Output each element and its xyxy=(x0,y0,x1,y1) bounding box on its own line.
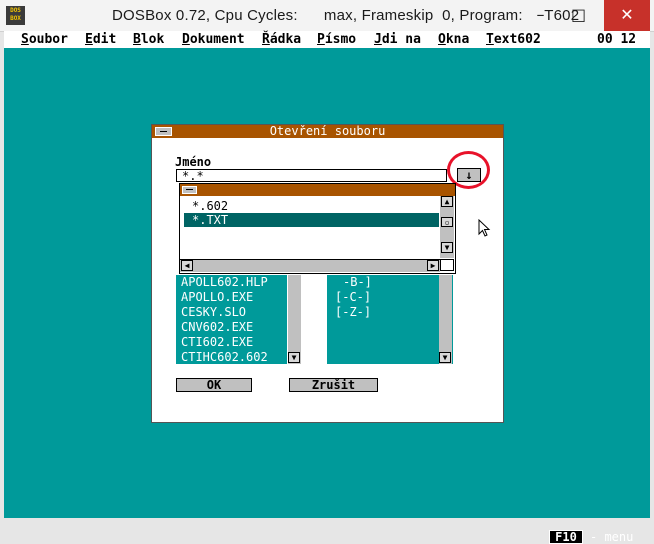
file-item[interactable]: APOLLO.EXE xyxy=(181,290,253,305)
menu-bar: Soubor Edit Blok Dokument Řádka Písmo Jd… xyxy=(4,31,650,48)
window-title: DOSBox 0.72, Cpu Cycles: max, Frameskip … xyxy=(112,7,580,24)
menu-hotkey: E xyxy=(85,32,93,47)
drive-list-scrollbar[interactable]: ▼ xyxy=(439,275,452,364)
close-button[interactable]: ✕ xyxy=(604,0,650,31)
app-icon-label: DOS BOX xyxy=(10,7,21,22)
dropdown-horizontal-scrollbar[interactable]: ◀ ▶ xyxy=(180,259,440,272)
cancel-button[interactable]: Zrušit xyxy=(289,378,378,392)
scroll-left-arrow-icon[interactable]: ◀ xyxy=(181,260,193,271)
menu-hotkey: D xyxy=(182,32,190,47)
file-item[interactable]: CTIHC602.602 xyxy=(181,350,268,365)
dialog-title-bar: Otevření souboru xyxy=(152,125,503,138)
menu-hotkey: O xyxy=(438,32,446,47)
menu-jdi-na[interactable]: Jdi na xyxy=(374,31,421,48)
scrollbar-corner xyxy=(440,259,454,271)
dosbox-app-icon[interactable]: DOS BOX xyxy=(6,6,25,25)
file-list-scrollbar[interactable]: ▼ xyxy=(288,275,301,364)
scroll-up-arrow-icon[interactable]: ▲ xyxy=(441,196,453,207)
menu-hotkey: P xyxy=(317,32,325,47)
file-item[interactable]: CNV602.EXE xyxy=(181,320,253,335)
dropdown-title-bar xyxy=(180,184,455,196)
file-item[interactable]: CTI602.EXE xyxy=(181,335,253,350)
menu-edit[interactable]: Edit xyxy=(85,31,116,48)
scroll-down-arrow-icon[interactable]: ▼ xyxy=(439,352,451,363)
menu-hotkey: B xyxy=(133,32,141,47)
dialog-title: Otevření souboru xyxy=(269,124,386,138)
scroll-thumb[interactable]: ▫ xyxy=(441,217,453,227)
dos-screen: Soubor Edit Blok Dokument Řádka Písmo Jd… xyxy=(4,31,650,544)
name-label: Jméno xyxy=(175,155,212,169)
mouse-pointer-icon xyxy=(478,219,491,237)
drive-item[interactable]: -B-] xyxy=(343,275,372,290)
filename-input[interactable]: *.* xyxy=(176,169,447,183)
f10-key-badge[interactable]: F10 xyxy=(549,530,583,544)
scroll-down-arrow-icon[interactable]: ▼ xyxy=(441,242,453,253)
menu-hotkey: S xyxy=(21,32,29,47)
dialog-system-menu-icon[interactable] xyxy=(155,127,172,136)
drive-item[interactable]: [-C-] xyxy=(335,290,371,305)
file-list[interactable]: APOLL602.HLP APOLLO.EXE CESKY.SLO CNV602… xyxy=(176,275,287,364)
drive-item[interactable]: [-Z-] xyxy=(335,305,371,320)
file-item[interactable]: APOLL602.HLP xyxy=(181,275,268,290)
menu-okna[interactable]: Okna xyxy=(438,31,469,48)
ok-button[interactable]: OK xyxy=(176,378,252,392)
menu-hotkey: Ř xyxy=(262,32,270,47)
menu-hotkey: T xyxy=(486,32,494,47)
list-item-selected[interactable]: *.TXT xyxy=(184,213,439,227)
open-file-dialog: Otevření souboru Jméno *.* ↓ *.602 *.TXT… xyxy=(151,124,504,423)
dropdown-system-menu-icon[interactable] xyxy=(182,186,197,194)
dropdown-vertical-scrollbar[interactable]: ▲ ▫ ▼ xyxy=(440,196,454,258)
page-indicator: 00 12 xyxy=(597,32,637,47)
minimize-button[interactable]: – xyxy=(527,0,554,31)
menu-pismo[interactable]: Písmo xyxy=(317,31,356,48)
menu-hint-text: - menu xyxy=(590,530,634,544)
menu-text602[interactable]: Text602 xyxy=(486,31,541,48)
menu-soubor[interactable]: Soubor xyxy=(21,31,68,48)
drive-list[interactable]: -B-] [-C-] [-Z-] xyxy=(327,275,453,364)
menu-dokument[interactable]: Dokument xyxy=(182,31,245,48)
scroll-right-arrow-icon[interactable]: ▶ xyxy=(427,260,439,271)
window-title-bar: DOS BOX DOSBox 0.72, Cpu Cycles: max, Fr… xyxy=(0,0,654,32)
menu-blok[interactable]: Blok xyxy=(133,31,164,48)
menu-hotkey: J xyxy=(374,32,382,47)
filter-dropdown-list: *.602 *.TXT ▲ ▫ ▼ ◀ ▶ xyxy=(179,183,456,274)
scroll-down-arrow-icon[interactable]: ▼ xyxy=(288,352,300,363)
list-item[interactable]: *.602 xyxy=(184,199,439,213)
maximize-button[interactable]: □ xyxy=(565,0,592,31)
menu-radka[interactable]: Řádka xyxy=(262,31,301,48)
file-item[interactable]: CESKY.SLO xyxy=(181,305,246,320)
